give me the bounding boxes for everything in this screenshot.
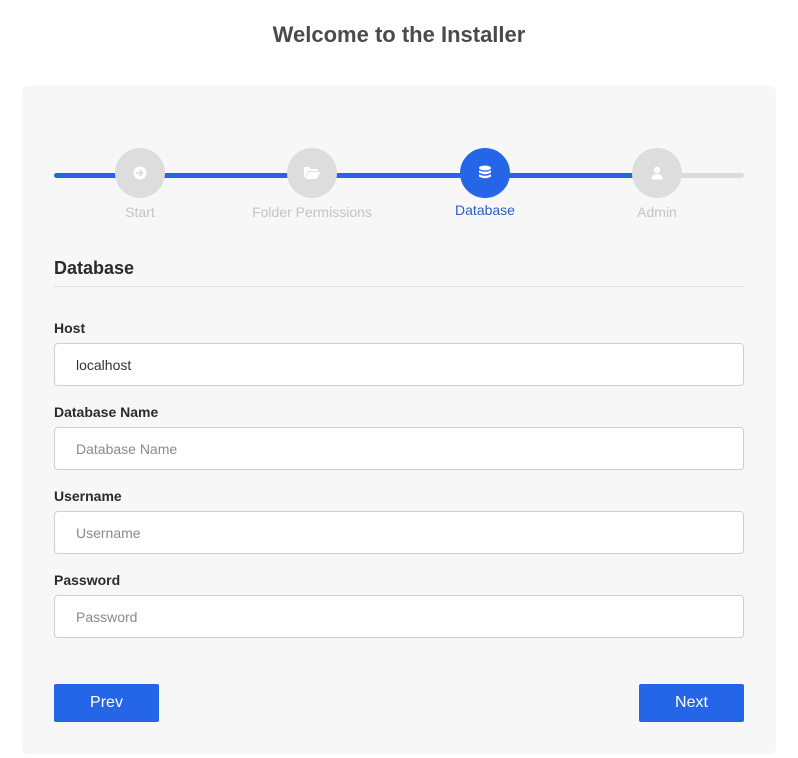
step-start-circle bbox=[115, 148, 165, 198]
step-admin-label: Admin bbox=[637, 204, 677, 220]
host-label: Host bbox=[54, 320, 86, 336]
page-title: Welcome to the Installer bbox=[272, 22, 526, 47]
step-start-label: Start bbox=[125, 204, 155, 220]
database-name-input[interactable] bbox=[54, 427, 744, 470]
step-database-label: Database bbox=[455, 202, 515, 218]
database-icon bbox=[478, 165, 492, 181]
step-database: Database bbox=[405, 148, 565, 218]
step-folder-permissions: Folder Permissions bbox=[232, 148, 392, 220]
database-name-label: Database Name bbox=[54, 404, 159, 420]
installer-card: Start Folder Permissions Database Admin … bbox=[22, 86, 776, 754]
step-folder-permissions-label: Folder Permissions bbox=[252, 204, 372, 220]
host-input[interactable] bbox=[54, 343, 744, 386]
password-label: Password bbox=[54, 572, 121, 588]
section-divider bbox=[54, 286, 744, 287]
step-admin-circle bbox=[632, 148, 682, 198]
folder-open-icon bbox=[303, 166, 321, 180]
step-folder-permissions-circle bbox=[287, 148, 337, 198]
arrow-circle-right-icon bbox=[133, 166, 147, 180]
user-icon bbox=[651, 166, 663, 180]
password-input[interactable] bbox=[54, 595, 744, 638]
section-title: Database bbox=[54, 258, 135, 278]
username-input[interactable] bbox=[54, 511, 744, 554]
step-start: Start bbox=[60, 148, 220, 220]
step-database-circle bbox=[460, 148, 510, 198]
prev-button[interactable]: Prev bbox=[54, 684, 159, 722]
step-admin: Admin bbox=[577, 148, 737, 220]
installer-stepper: Start Folder Permissions Database Admin bbox=[54, 148, 744, 228]
next-button[interactable]: Next bbox=[639, 684, 744, 722]
username-label: Username bbox=[54, 488, 122, 504]
